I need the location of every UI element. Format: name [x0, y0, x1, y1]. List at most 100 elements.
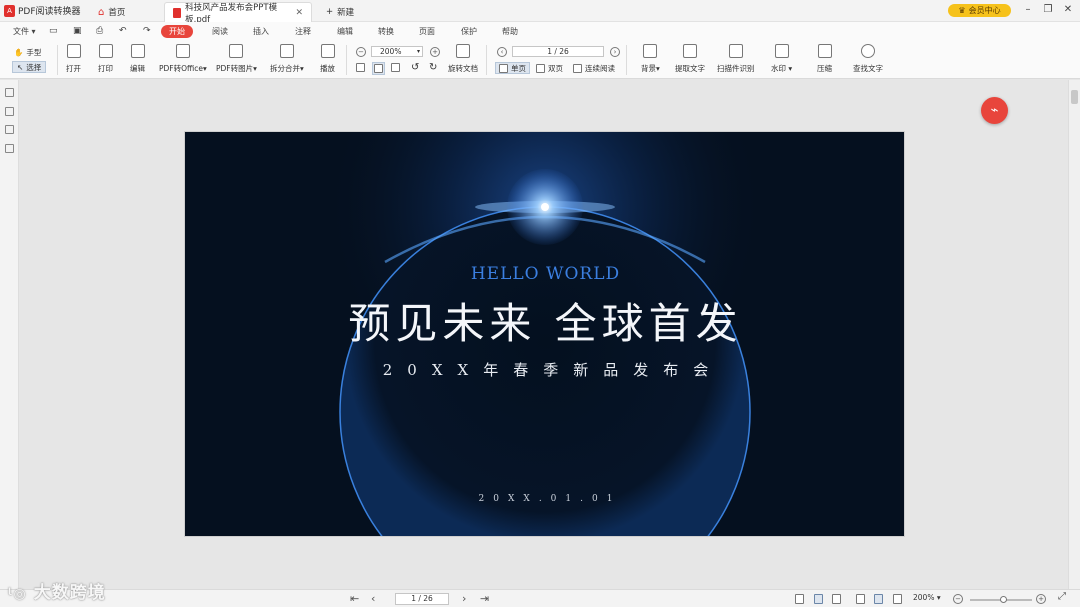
menu-page[interactable]: 页面: [416, 25, 438, 38]
fit-width-view-icon[interactable]: [874, 594, 883, 604]
expand-icon[interactable]: ⤢: [1058, 591, 1066, 602]
compress-button[interactable]: 压缩: [817, 44, 832, 74]
compress-icon: [817, 44, 832, 58]
rotate-document-button[interactable]: 旋转文档: [448, 44, 478, 74]
rotate-right-icon[interactable]: ↻: [429, 62, 437, 73]
zoom-slider-knob[interactable]: [1000, 596, 1007, 603]
last-page-icon[interactable]: ⇥: [480, 592, 489, 605]
continuous-read-button[interactable]: 连续阅读: [573, 63, 615, 74]
pdf-to-office-button[interactable]: PDF转Office▾: [159, 44, 207, 74]
menu-help[interactable]: 帮助: [499, 25, 521, 38]
select-tool[interactable]: ↖ 选择: [12, 61, 47, 73]
next-page-icon[interactable]: ›: [610, 47, 620, 57]
attachment-icon[interactable]: [5, 144, 14, 153]
background-button[interactable]: 背景▾: [641, 44, 660, 74]
zoom-select[interactable]: 200% ▾: [371, 46, 423, 57]
menu-protect[interactable]: 保护: [458, 25, 480, 38]
quick-save-icon[interactable]: ▣: [70, 25, 85, 38]
double-view-icon[interactable]: [832, 594, 841, 604]
continuous-label: 连续阅读: [585, 64, 615, 73]
menu-annotate[interactable]: 注释: [292, 25, 314, 38]
quick-print-icon[interactable]: ⎙: [93, 25, 106, 38]
undo-icon[interactable]: ↶: [116, 25, 130, 38]
tab-home[interactable]: ⌂ 首页: [90, 2, 160, 22]
menu-convert[interactable]: 转换: [375, 25, 397, 38]
page-icon: [356, 63, 365, 72]
fit-page-button[interactable]: [356, 63, 365, 72]
watermark-text: 水印: [771, 64, 786, 73]
fit-page-view-icon[interactable]: [856, 594, 865, 604]
status-zoom-in-icon[interactable]: +: [1036, 594, 1046, 604]
play-icon: [320, 44, 335, 58]
vertical-scrollbar[interactable]: [1068, 80, 1080, 589]
watermark-label: 水印 ▾: [771, 64, 793, 73]
word-icon: [175, 44, 190, 58]
pdf-file-icon: [173, 7, 182, 18]
redo-icon[interactable]: ↷: [140, 25, 154, 38]
split-merge-label: 拆分合并▾: [270, 64, 304, 73]
status-zoom-value: 200%: [913, 593, 935, 602]
continuous-view-icon[interactable]: [814, 594, 823, 604]
tab-new-label: 新建: [337, 8, 355, 18]
single-page-button[interactable]: 单页: [495, 62, 530, 74]
quick-open-icon[interactable]: ▭: [46, 25, 61, 38]
thumbnail-icon[interactable]: [5, 107, 14, 116]
vip-center-button[interactable]: ♛ 会员中心: [948, 4, 1011, 17]
close-tab-icon[interactable]: ✕: [295, 8, 303, 18]
tab-document[interactable]: 科技风产品发布会PPT模板.pdf ✕: [164, 2, 312, 25]
menu-insert[interactable]: 插入: [250, 25, 272, 38]
scroll-thumb[interactable]: [1071, 90, 1078, 104]
status-zoom-out-icon[interactable]: −: [953, 594, 963, 604]
tab-home-label: 首页: [108, 8, 126, 18]
ocr-label: 扫描件识别: [717, 64, 755, 73]
zoom-in-icon[interactable]: +: [430, 47, 440, 57]
bookmark-icon[interactable]: [5, 88, 14, 97]
zoom-slider[interactable]: [970, 596, 1032, 603]
background-label: 背景▾: [641, 64, 660, 73]
close-window-button[interactable]: ✕: [1060, 3, 1076, 17]
menu-file[interactable]: 文件 ▾: [10, 25, 39, 38]
folder-icon: [66, 44, 81, 58]
actual-size-button[interactable]: [372, 62, 385, 75]
watermark-button[interactable]: 水印 ▾: [771, 44, 792, 74]
plus-icon: +: [326, 7, 334, 17]
split-merge-button[interactable]: 拆分合并▾: [270, 44, 304, 74]
slide-title: 预见未来 全球首发: [348, 299, 743, 348]
rotate-left-icon[interactable]: ↺: [411, 62, 419, 73]
status-zoom-select[interactable]: 200% ▾: [913, 593, 941, 602]
menu-start[interactable]: 开始: [161, 25, 193, 38]
ocr-button[interactable]: 扫描件识别: [717, 44, 755, 74]
open-button[interactable]: 打开: [66, 44, 81, 74]
first-page-icon[interactable]: ⇤: [350, 592, 359, 605]
chevron-down-icon: ▾: [416, 48, 420, 55]
menu-edit[interactable]: 编辑: [334, 25, 356, 38]
acrobat-float-icon[interactable]: ⌁: [981, 97, 1008, 124]
double-page-button[interactable]: 双页: [536, 63, 563, 74]
prev-page-icon[interactable]: ‹: [497, 47, 507, 57]
comment-icon[interactable]: [5, 125, 14, 134]
page-number-input[interactable]: 1 / 26: [512, 46, 604, 57]
fit-width-button[interactable]: [391, 63, 400, 72]
minimize-button[interactable]: –: [1020, 3, 1036, 17]
status-page-input[interactable]: 1 / 26: [395, 593, 449, 605]
play-button[interactable]: 播放: [320, 44, 335, 74]
single-view-icon[interactable]: [795, 594, 804, 604]
slide-date: 20XX.01.01: [478, 494, 622, 504]
edit-button[interactable]: 编辑: [130, 44, 145, 74]
maximize-button[interactable]: ❐: [1040, 3, 1056, 17]
print-button[interactable]: 打印: [98, 44, 113, 74]
zoom-out-icon[interactable]: −: [356, 47, 366, 57]
extract-text-button[interactable]: 提取文字: [675, 44, 705, 74]
menu-read[interactable]: 阅读: [209, 25, 231, 38]
full-screen-icon[interactable]: [893, 594, 902, 604]
find-text-button[interactable]: 查找文字: [853, 44, 883, 74]
pdf-to-image-button[interactable]: PDF转图片▾: [216, 44, 257, 74]
printer-icon: [98, 44, 113, 58]
ribbon-toolbar: ✋ 手型 ↖ 选择 打开 打印 编辑 PDF转Office▾ PDF转图片▾ 拆分合…: [0, 41, 1080, 79]
next-page-status-icon[interactable]: ›: [462, 592, 466, 605]
prev-page-status-icon[interactable]: ‹: [371, 592, 375, 605]
tab-new[interactable]: + 新建: [318, 2, 378, 22]
continuous-icon: [573, 64, 582, 73]
hand-tool[interactable]: ✋ 手型: [14, 47, 41, 58]
select-label: 选择: [26, 62, 42, 72]
